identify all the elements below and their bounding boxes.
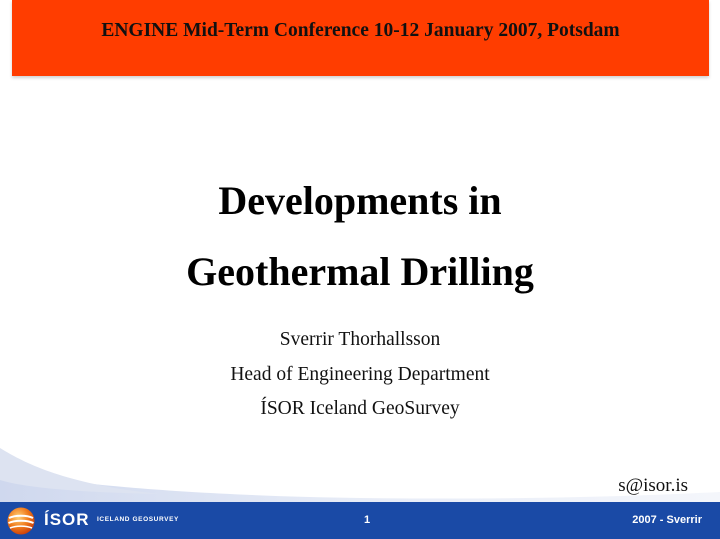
footer-bar: ÍSOR ICELAND GEOSURVEY 1 2007 - Sverrir — [0, 502, 720, 539]
author-organization: ÍSOR Iceland GeoSurvey — [260, 398, 460, 419]
conference-header: ENGINE Mid-Term Conference 10-12 January… — [101, 20, 620, 41]
footer-author-year: 2007 - Sverrir — [632, 514, 702, 526]
isor-logo-text: ÍSOR — [44, 510, 90, 529]
isor-logo-tagline: ICELAND GEOSURVEY — [97, 516, 179, 523]
author-name: Sverrir Thorhallsson — [279, 329, 441, 350]
title-line-1-text: Developments in — [218, 178, 502, 223]
author-position: Head of Engineering Department — [230, 364, 490, 385]
page-number: 1 — [364, 514, 371, 526]
title-line-2: Geothermal Drilling — [186, 249, 534, 294]
slide: ENGINE Mid-Term Conference 10-12 January… — [0, 0, 720, 539]
title-line-1: Developments in — [0, 177, 720, 224]
header-band: ENGINE Mid-Term Conference 10-12 January… — [12, 0, 709, 76]
isor-logo-icon — [7, 507, 35, 535]
